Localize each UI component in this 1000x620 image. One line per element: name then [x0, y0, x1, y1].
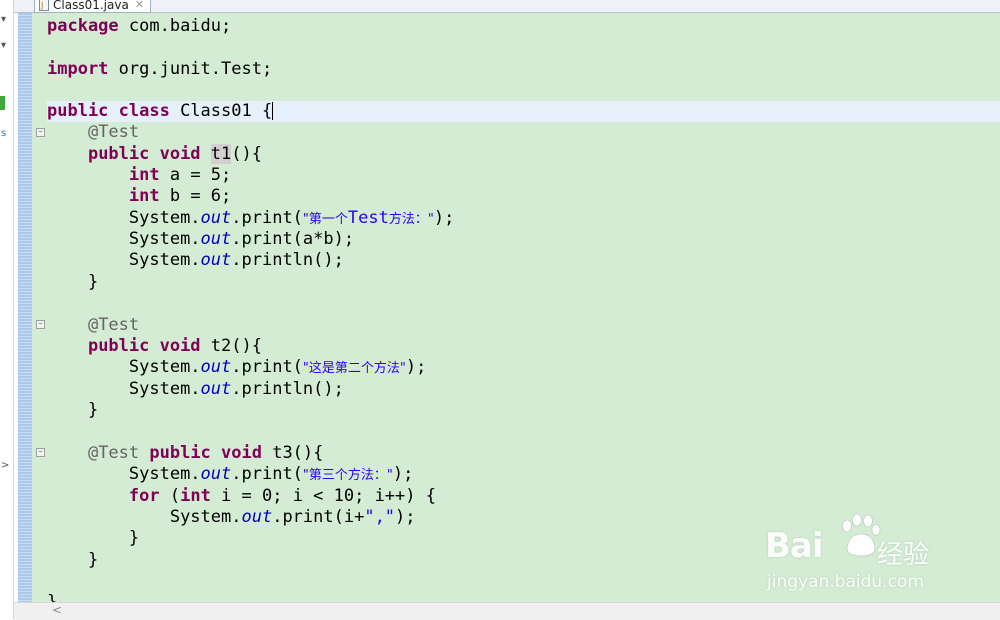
code-line-22: System.out.print("第三个方法：");	[128, 464, 414, 484]
code-line-7: public void t1(){	[87, 144, 262, 164]
code-line-21: @Test public void t3(){	[87, 443, 324, 463]
code-line-1: package com.baidu;	[47, 16, 232, 36]
svg-text:J: J	[40, 1, 43, 10]
status-marker	[0, 96, 5, 110]
code-line-15: @Test	[87, 315, 140, 335]
editor-tab-bar: J Class01.java ✕	[14, 0, 1000, 13]
dropdown-icon[interactable]: ▾	[1, 14, 6, 25]
code-line-9: int b = 6;	[128, 186, 232, 206]
code-line-8: int a = 5;	[128, 165, 232, 185]
code-line-23: for (int i = 0; i < 10; i++) {	[128, 486, 436, 506]
code-line-5: public class Class01 {	[47, 101, 1000, 122]
code-line-26: }	[87, 550, 99, 570]
horizontal-scrollbar[interactable]: <	[14, 602, 1000, 620]
tab-label: Class01.java	[53, 0, 129, 12]
code-line-25: }	[128, 528, 140, 548]
code-line-18: System.out.println();	[128, 379, 344, 399]
quick-diff-bar	[18, 13, 32, 602]
change-ruler	[14, 13, 32, 602]
code-line-6: @Test	[87, 122, 140, 142]
tab-class01-java[interactable]: J Class01.java ✕	[34, 0, 152, 13]
java-file-icon: J	[39, 0, 49, 11]
code-line-19: }	[87, 400, 99, 420]
code-line-11: System.out.print(a*b);	[128, 229, 355, 249]
chevron-right-icon[interactable]: >	[1, 460, 9, 471]
outline-label: s	[1, 128, 7, 139]
code-line-12: System.out.println();	[128, 250, 344, 270]
fold-toggle-icon[interactable]: −	[36, 128, 45, 137]
close-icon[interactable]: ✕	[135, 0, 144, 11]
code-line-3: import org.junit.Test;	[47, 59, 273, 79]
text-caret	[272, 102, 274, 120]
folding-ruler: − − −	[32, 13, 47, 602]
dropdown-icon-2[interactable]: ▾	[1, 40, 6, 51]
code-line-10: System.out.print("第一个Test方法：");	[128, 208, 455, 228]
scroll-left-icon[interactable]: <	[52, 603, 62, 617]
code-line-28: }	[47, 592, 58, 602]
fold-toggle-icon[interactable]: −	[36, 448, 45, 457]
left-view-strip: ▾ ▾ s >	[0, 0, 14, 619]
code-line-16: public void t2(){	[87, 336, 262, 356]
code-line-13: }	[87, 272, 99, 292]
code-line-24: System.out.print(i+",");	[169, 507, 416, 527]
code-line-17: System.out.print("这是第二个方法");	[128, 357, 427, 377]
fold-toggle-icon[interactable]: −	[36, 320, 45, 329]
code-editor[interactable]: package com.baidu; import org.junit.Test…	[47, 13, 1000, 602]
